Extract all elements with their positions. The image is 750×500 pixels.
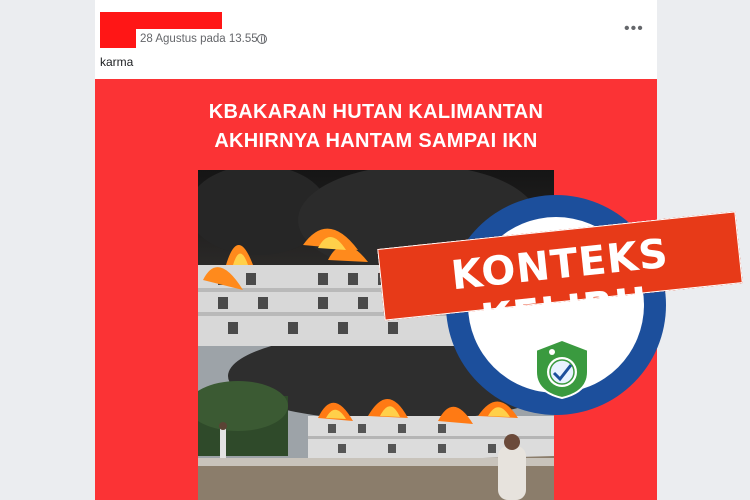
fact-check-stamp: KONTEKS KELIRU: [373, 190, 750, 450]
post-caption: karma: [100, 55, 134, 69]
author-name-redacted: [100, 12, 222, 29]
author-name-redacted-tail: [100, 28, 136, 48]
post-options-button[interactable]: •••: [624, 20, 644, 38]
image-headline-line2: AKHIRNYA HANTAM SAMPAI IKN: [214, 130, 538, 152]
image-headline-line1: KBAKARAN HUTAN KALIMANTAN: [208, 101, 544, 123]
globe-icon: [257, 34, 267, 44]
post-timestamp[interactable]: 28 Agustus pada 13.55: [140, 33, 258, 45]
feed-left-margin: [0, 0, 95, 500]
cekfakta-badge-icon: [535, 338, 589, 400]
stamp-label: KONTEKS KELIRU: [449, 230, 671, 343]
